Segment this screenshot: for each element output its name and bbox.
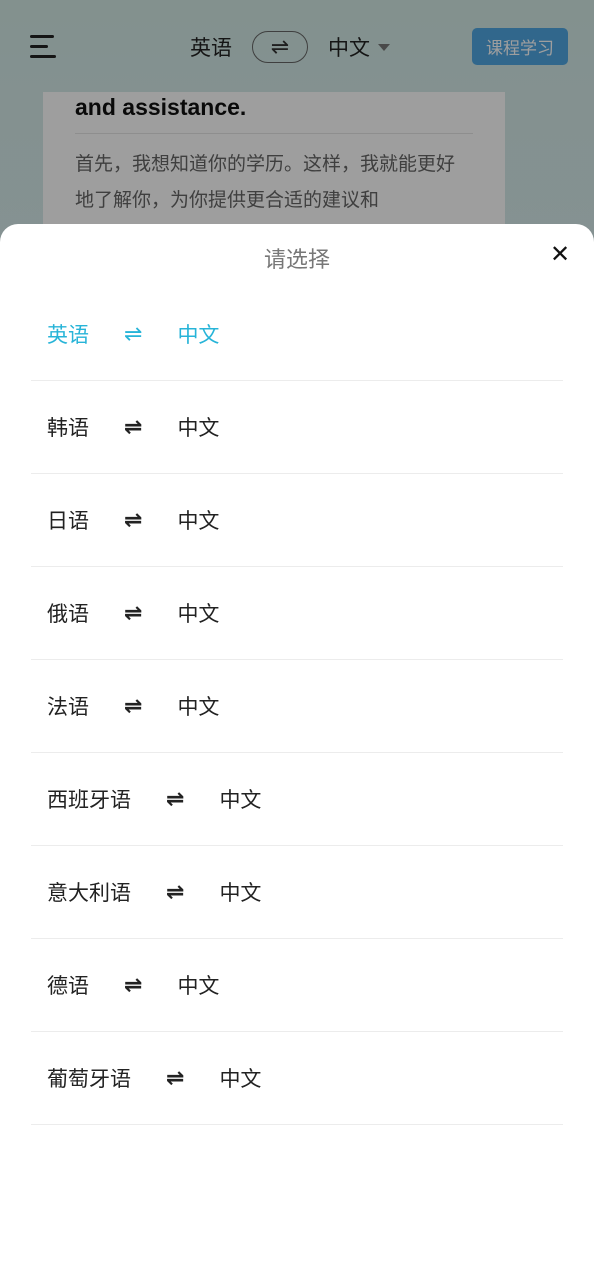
option-source-label: 西班牙语 [47, 788, 131, 812]
swap-arrow-icon: ⇌ [124, 693, 143, 719]
option-source-label: 意大利语 [47, 881, 131, 905]
option-target-label: 中文 [177, 602, 220, 626]
language-option-french[interactable]: 法语 ⇌ 中文 [31, 660, 563, 753]
option-target-label: 中文 [177, 323, 220, 347]
sheet-title: 请选择 [263, 248, 330, 273]
swap-arrow-icon: ⇌ [166, 1065, 185, 1091]
option-source-label: 葡萄牙语 [47, 1067, 131, 1091]
swap-arrow-icon: ⇌ [166, 879, 185, 905]
swap-arrow-icon: ⇌ [124, 321, 143, 347]
option-source-label: 俄语 [47, 602, 89, 626]
language-option-portuguese[interactable]: 葡萄牙语 ⇌ 中文 [31, 1032, 563, 1125]
option-source-label: 德语 [47, 974, 89, 998]
option-source-label: 韩语 [47, 416, 89, 440]
option-target-label: 中文 [219, 881, 262, 905]
close-icon[interactable]: ✕ [548, 242, 572, 266]
option-source-label: 法语 [47, 695, 89, 719]
language-option-list: 英语 ⇌ 中文 韩语 ⇌ 中文 日语 ⇌ 中文 俄语 ⇌ 中文 法语 ⇌ 中文 … [31, 288, 563, 1125]
option-target-label: 中文 [219, 788, 262, 812]
option-target-label: 中文 [177, 416, 220, 440]
swap-arrow-icon: ⇌ [124, 972, 143, 998]
language-picker-sheet: 请选择 ✕ 英语 ⇌ 中文 韩语 ⇌ 中文 日语 ⇌ 中文 俄语 ⇌ 中文 法语… [0, 224, 594, 1280]
language-option-japanese[interactable]: 日语 ⇌ 中文 [31, 474, 563, 567]
option-target-label: 中文 [177, 974, 220, 998]
swap-arrow-icon: ⇌ [124, 414, 143, 440]
option-target-label: 中文 [219, 1067, 262, 1091]
language-option-korean[interactable]: 韩语 ⇌ 中文 [31, 381, 563, 474]
swap-arrow-icon: ⇌ [124, 600, 143, 626]
language-option-german[interactable]: 德语 ⇌ 中文 [31, 939, 563, 1032]
option-source-label: 日语 [47, 509, 89, 533]
app-screen: 英语 ⇌ 中文 课程学习 and assistance. 首先，我想知道你的学历… [0, 0, 594, 1280]
option-target-label: 中文 [177, 695, 220, 719]
language-option-russian[interactable]: 俄语 ⇌ 中文 [31, 567, 563, 660]
option-target-label: 中文 [177, 509, 220, 533]
option-source-label: 英语 [47, 323, 89, 347]
swap-arrow-icon: ⇌ [124, 507, 143, 533]
language-option-spanish[interactable]: 西班牙语 ⇌ 中文 [31, 753, 563, 846]
swap-arrow-icon: ⇌ [166, 786, 185, 812]
language-option-english[interactable]: 英语 ⇌ 中文 [31, 288, 563, 381]
language-option-italian[interactable]: 意大利语 ⇌ 中文 [31, 846, 563, 939]
